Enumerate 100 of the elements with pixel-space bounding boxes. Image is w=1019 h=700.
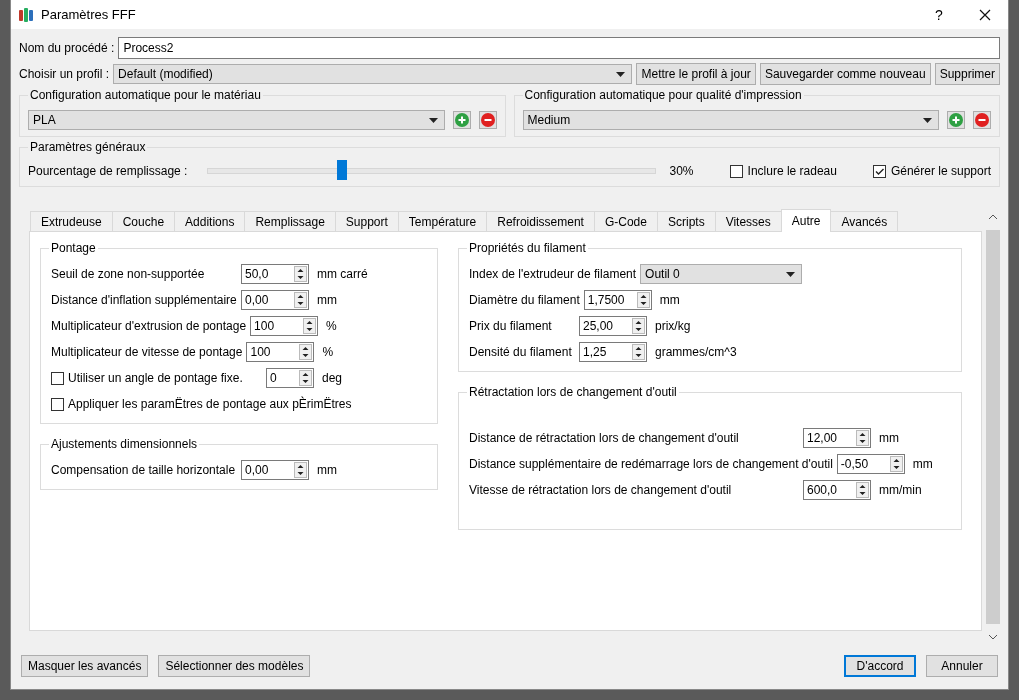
spin-box[interactable]: 100 xyxy=(246,342,315,362)
group-title: Propriétés du filament xyxy=(467,241,588,255)
profile-button[interactable]: Supprimer xyxy=(934,63,1000,85)
spin-arrows-icon xyxy=(632,318,645,334)
tab[interactable]: Température xyxy=(397,211,488,231)
tab[interactable]: Autre xyxy=(780,209,832,232)
spin-box[interactable]: 1,7500 xyxy=(583,290,652,310)
setting-label: Distance d'inflation supplémentaire xyxy=(51,293,237,307)
tab[interactable]: Support xyxy=(334,211,399,231)
process-name-field[interactable]: Process2 xyxy=(118,37,1000,59)
preset-dropdown[interactable]: PLA xyxy=(28,110,445,130)
group-title: Configuration automatique pour le matériau xyxy=(28,88,263,102)
group-title: Ajustements dimensionnels xyxy=(49,437,200,451)
unit-label: deg xyxy=(322,371,343,385)
group-title: Pontage xyxy=(49,241,98,255)
setting-label: Index de l'extrudeur de filament xyxy=(469,267,637,281)
setting-label: Compensation de taille horizontale xyxy=(51,463,237,477)
checkbox[interactable] xyxy=(51,371,64,385)
spin-box[interactable]: 12,00 xyxy=(803,428,871,448)
slider-value: 30% xyxy=(669,164,694,178)
group-title: Configuration automatique pour qualité d'impression xyxy=(522,88,804,102)
window-title: Paramètres FFF xyxy=(41,7,137,22)
spin-arrows-icon xyxy=(294,292,307,308)
spin-box[interactable]: 600,0 xyxy=(803,480,871,500)
spin-box[interactable]: 50,0 xyxy=(241,264,309,284)
help-button[interactable]: ? xyxy=(916,6,962,23)
setting-label: Seuil de zone non-supportée xyxy=(51,267,206,281)
setting-label: Multiplicateur d'extrusion de pontage xyxy=(51,319,247,333)
spin-arrows-icon xyxy=(299,370,312,386)
unit-label: prix/kg xyxy=(655,319,691,333)
unit-label: mm carré xyxy=(317,267,368,281)
unit-label: mm xyxy=(317,463,337,477)
setting-label: Distance supplémentaire de redémarrage lors de changement d'outil xyxy=(469,457,833,471)
dropdown-caret-icon xyxy=(616,71,626,77)
footer-button[interactable]: D'accord xyxy=(844,655,916,677)
minus-icon xyxy=(480,113,495,127)
tab[interactable]: Avancés xyxy=(830,211,899,231)
app-logo-icon xyxy=(19,6,33,23)
spin-box[interactable]: -0,50 xyxy=(836,454,905,474)
spin-arrows-icon xyxy=(294,266,307,282)
footer-button[interactable]: Masquer les avancés xyxy=(21,655,149,677)
dropdown-caret-icon xyxy=(786,271,796,277)
tab[interactable]: Scripts xyxy=(656,211,716,231)
unit-label: mm xyxy=(659,293,680,307)
spin-box[interactable]: 0,00 xyxy=(241,290,309,310)
profile-dropdown[interactable]: Default (modified) xyxy=(113,64,633,84)
checkbox[interactable] xyxy=(872,164,886,178)
minus-icon xyxy=(975,113,989,127)
remove-button[interactable] xyxy=(973,111,991,129)
checkbox-label: Appliquer les paramËtres de pontage aux pÈrimËtres xyxy=(68,397,352,411)
setting-label: Distance de rétractation lors de changement d'outil xyxy=(469,431,740,445)
spin-arrows-icon xyxy=(636,292,650,308)
group-title: Rétractation lors de changement d'outil xyxy=(467,385,679,399)
profile-button[interactable]: Sauvegarder comme nouveau xyxy=(759,63,931,85)
spin-box[interactable]: 1,25 xyxy=(579,342,647,362)
remove-button[interactable] xyxy=(478,111,497,129)
setting-label: Multiplicateur de vitesse de pontage xyxy=(51,345,243,359)
plus-icon xyxy=(949,113,963,127)
setting-label: Densité du filament xyxy=(469,345,573,359)
spin-arrows-icon xyxy=(889,456,903,472)
setting-label: Vitesse de rétractation lors de changement d'outil xyxy=(469,483,733,497)
tab[interactable]: Extrudeuse xyxy=(30,211,113,231)
unit-label: grammes/cm^3 xyxy=(655,345,737,359)
unit-label: % xyxy=(322,345,334,359)
spin-box[interactable]: 0 xyxy=(266,368,314,388)
spin-box[interactable]: 25,00 xyxy=(579,316,647,336)
spin-arrows-icon xyxy=(303,318,317,334)
group-title: Paramètres généraux xyxy=(28,140,148,154)
field-label: Nom du procédé : xyxy=(19,41,115,55)
spin-arrows-icon xyxy=(856,430,869,446)
dropdown-caret-icon xyxy=(923,117,932,123)
field-label: Choisir un profil : xyxy=(19,67,110,81)
setting-label: Prix du filament xyxy=(469,319,553,333)
spin-arrows-icon xyxy=(294,462,307,478)
spin-box[interactable]: 0,00 xyxy=(241,460,309,480)
spin-arrows-icon xyxy=(856,482,869,498)
checkbox[interactable] xyxy=(729,164,743,178)
tab[interactable]: Remplissage xyxy=(244,211,336,231)
spin-box[interactable]: 100 xyxy=(250,316,319,336)
scroll-down-icon xyxy=(989,635,997,640)
setting-label: Diamètre du filament xyxy=(469,293,580,307)
checkbox-label: Inclure le radeau xyxy=(747,164,837,178)
checkbox-label: Utiliser un angle de pontage fixe. xyxy=(68,371,244,385)
close-icon[interactable] xyxy=(979,8,991,21)
preset-dropdown[interactable]: Medium xyxy=(522,110,939,130)
checkbox-label: Générer le support xyxy=(890,164,991,178)
plus-icon xyxy=(454,113,469,127)
slider-handle[interactable] xyxy=(337,160,348,180)
unit-label: mm/min xyxy=(879,483,922,497)
footer-button[interactable]: Annuler xyxy=(926,655,998,677)
slider-label: Pourcentage de remplissage : xyxy=(28,164,188,178)
spin-arrows-icon xyxy=(632,344,645,360)
add-button[interactable] xyxy=(452,111,471,129)
checkbox[interactable] xyxy=(51,397,64,411)
extruder-dropdown[interactable]: Outil 0 xyxy=(640,264,803,284)
add-button[interactable] xyxy=(947,111,965,129)
footer-button[interactable]: Sélectionner des modèles xyxy=(158,655,311,677)
spin-arrows-icon xyxy=(299,344,313,360)
unit-label: mm xyxy=(912,457,933,471)
profile-button[interactable]: Mettre le profil à jour xyxy=(636,63,756,85)
